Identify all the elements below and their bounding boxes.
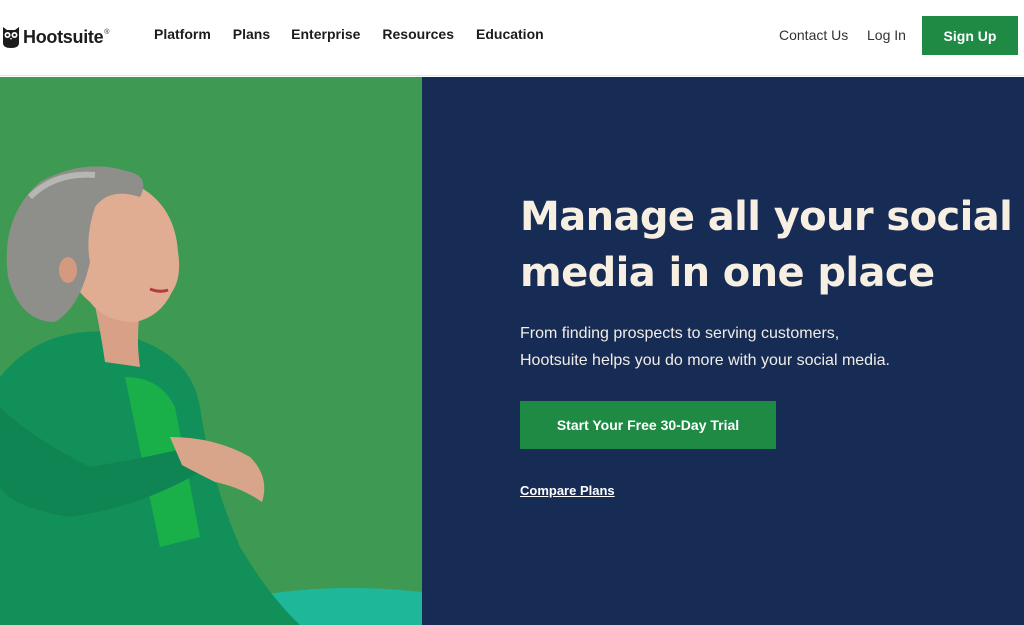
site-header: Hootsuite ® Platform Plans Enterprise Re… <box>0 0 1024 76</box>
hero-subtext: From finding prospects to serving custom… <box>520 320 1000 374</box>
hero-panel: Manage all your social media in one plac… <box>422 77 1024 625</box>
hootsuite-logo[interactable]: Hootsuite ® <box>2 24 111 50</box>
hero-subtext-line-2: Hootsuite helps you do more with your so… <box>520 352 890 369</box>
owl-icon <box>2 25 20 49</box>
hero-subtext-line-1: From finding prospects to serving custom… <box>520 325 840 342</box>
hero-photo <box>0 77 422 625</box>
sign-up-button[interactable]: Sign Up <box>922 16 1018 55</box>
hero-headline: Manage all your social media in one plac… <box>520 189 1020 301</box>
start-free-trial-button[interactable]: Start Your Free 30-Day Trial <box>520 401 776 449</box>
hero-headline-line-2: media in one place <box>520 250 935 296</box>
nav-item-education[interactable]: Education <box>476 26 544 42</box>
nav-item-resources[interactable]: Resources <box>382 26 454 42</box>
nav-item-platform[interactable]: Platform <box>154 26 211 42</box>
main-nav: Platform Plans Enterprise Resources Educ… <box>154 26 566 42</box>
registered-mark: ® <box>104 28 110 36</box>
login-link[interactable]: Log In <box>867 27 906 43</box>
nav-item-enterprise[interactable]: Enterprise <box>291 26 360 42</box>
logo-wordmark: Hootsuite <box>23 26 104 47</box>
woman-in-chair-illustration <box>0 77 422 625</box>
contact-us-link[interactable]: Contact Us <box>779 27 848 43</box>
hero-headline-line-1: Manage all your social <box>520 194 1013 240</box>
nav-item-plans[interactable]: Plans <box>233 26 270 42</box>
compare-plans-link[interactable]: Compare Plans <box>520 483 615 498</box>
